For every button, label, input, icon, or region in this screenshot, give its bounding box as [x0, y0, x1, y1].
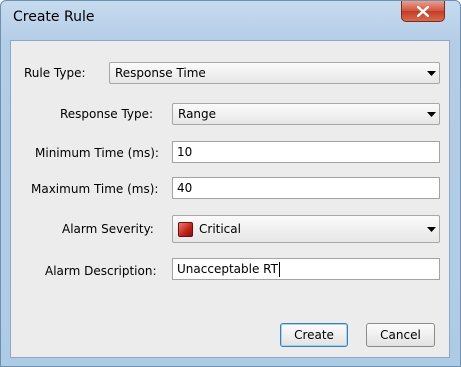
- max-time-value: 40: [177, 181, 193, 195]
- alarm-severity-select[interactable]: Critical: [172, 215, 440, 243]
- rule-type-select[interactable]: Response Time: [109, 62, 440, 84]
- chevron-down-icon: [423, 70, 439, 76]
- min-time-field[interactable]: 10: [172, 141, 440, 163]
- create-button[interactable]: Create: [280, 323, 348, 347]
- alarm-severity-value: Critical: [199, 222, 241, 236]
- min-time-label: Minimum Time (ms):: [35, 146, 159, 160]
- alarm-description-label: Alarm Description:: [45, 264, 157, 278]
- text-cursor: [278, 261, 280, 277]
- alarm-description-value: Unacceptable RT: [177, 262, 278, 276]
- max-time-label: Maximum Time (ms):: [31, 182, 159, 196]
- dialog-content: Rule Type: Response Time Response Type: …: [10, 40, 450, 358]
- chevron-down-icon: [423, 111, 439, 117]
- response-type-value: Range: [178, 107, 217, 121]
- window-title: Create Rule: [13, 9, 95, 25]
- alarm-severity-label: Alarm Severity:: [62, 222, 154, 236]
- close-icon: [417, 5, 429, 17]
- chevron-down-icon: [423, 226, 439, 232]
- title-bar: Create Rule: [1, 1, 460, 33]
- min-time-value: 10: [177, 145, 193, 159]
- severity-critical-icon: [178, 221, 193, 237]
- dialog-window: Create Rule Rule Type: Response Time Res…: [0, 0, 461, 367]
- cancel-button[interactable]: Cancel: [366, 323, 435, 347]
- response-type-label: Response Type:: [60, 107, 154, 121]
- rule-type-label: Rule Type:: [24, 66, 86, 80]
- response-type-select[interactable]: Range: [172, 103, 440, 125]
- max-time-field[interactable]: 40: [172, 177, 440, 199]
- alarm-description-field[interactable]: Unacceptable RT: [172, 258, 440, 280]
- rule-type-value: Response Time: [115, 66, 206, 80]
- close-button[interactable]: [401, 1, 445, 22]
